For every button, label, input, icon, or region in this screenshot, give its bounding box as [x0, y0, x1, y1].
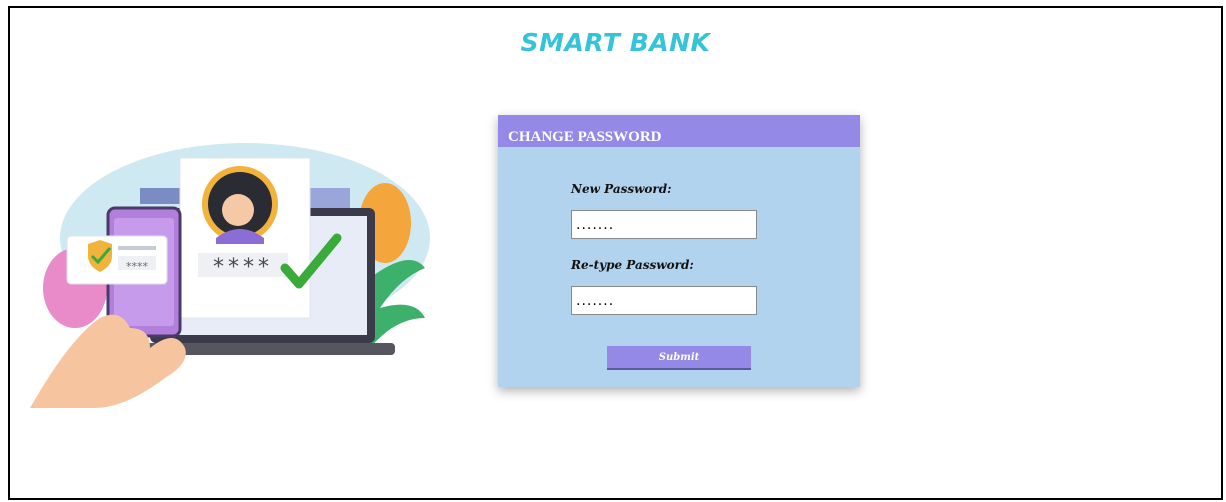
pin-text: **** [213, 255, 273, 280]
retype-password-input[interactable] [571, 286, 757, 315]
brand-title: SMART BANK [520, 28, 711, 57]
new-password-input[interactable] [571, 210, 757, 239]
retype-password-label: Re-type Password: [571, 258, 694, 272]
page-frame: SMART BANK **** **** CHANGE PASSWORD New… [8, 6, 1223, 500]
change-password-card: CHANGE PASSWORD New Password: Re-type Pa… [498, 115, 860, 387]
card-header: CHANGE PASSWORD [498, 115, 860, 147]
pin-text-small: **** [126, 260, 149, 273]
security-illustration: **** **** [30, 143, 430, 408]
new-password-label: New Password: [571, 182, 672, 196]
browser-window [140, 188, 180, 204]
submit-button[interactable]: Submit [607, 346, 751, 370]
